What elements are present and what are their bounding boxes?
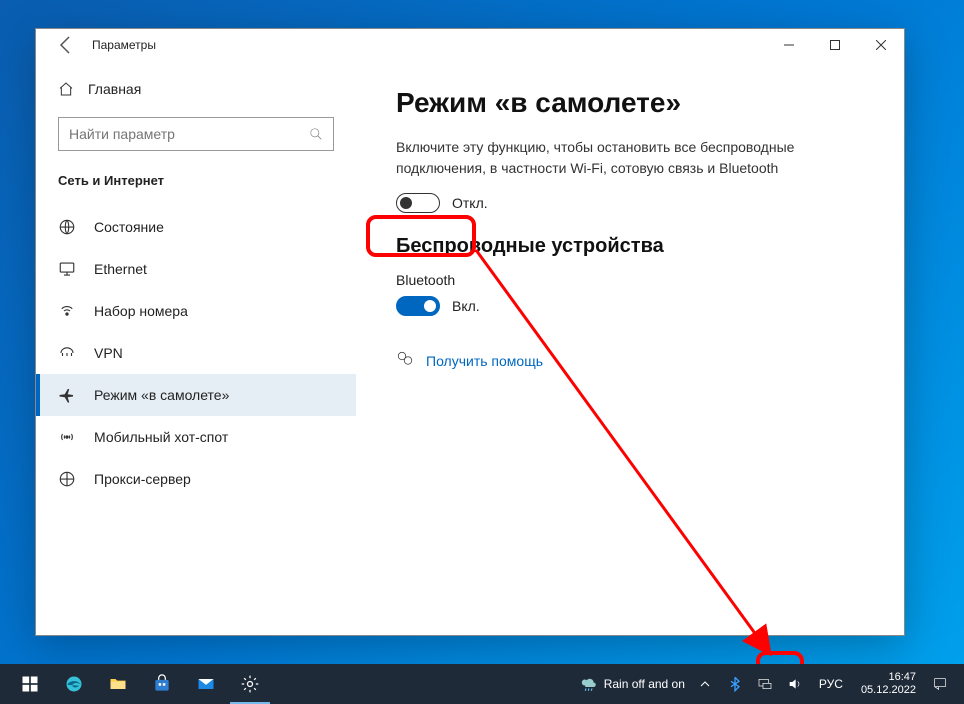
maximize-button[interactable] [812,29,858,61]
nav-item-proxy[interactable]: Прокси-сервер [36,458,356,500]
network-icon [757,676,773,692]
titlebar: Параметры [36,29,904,61]
home-label: Главная [88,81,141,97]
taskbar: Rain off and on РУС 16:47 05.12.2022 [0,664,964,704]
volume-icon [787,676,803,692]
tray-language[interactable]: РУС [813,677,849,691]
notification-icon [932,676,948,692]
vpn-icon [58,344,76,362]
help-link[interactable]: Получить помощь [396,350,864,371]
tray-chevron[interactable] [693,664,717,704]
wireless-heading: Беспроводные устройства [396,235,864,258]
window-body: Главная Сеть и Интернет Состояние Ethern… [36,61,904,635]
nav-label: VPN [94,345,123,361]
maximize-icon [830,40,840,50]
airplane-toggle-label: Откл. [452,195,488,211]
content-pane: Режим «в самолете» Включите эту функцию,… [356,61,904,635]
nav-label: Мобильный хот-спот [94,429,228,445]
bluetooth-toggle-row: Вкл. [396,296,864,316]
proxy-icon [58,470,76,488]
taskbar-explorer[interactable] [96,664,140,704]
window-title: Параметры [92,38,156,52]
nav-item-vpn[interactable]: VPN [36,332,356,374]
sidebar: Главная Сеть и Интернет Состояние Ethern… [36,61,356,635]
folder-icon [108,674,128,694]
nav-item-status[interactable]: Состояние [36,206,356,248]
nav-item-hotspot[interactable]: Мобильный хот-спот [36,416,356,458]
ethernet-icon [58,260,76,278]
nav-label: Ethernet [94,261,147,277]
minimize-button[interactable] [766,29,812,61]
home-nav[interactable]: Главная [36,73,356,105]
nav-item-dialup[interactable]: Набор номера [36,290,356,332]
page-description: Включите эту функцию, чтобы остановить в… [396,137,864,179]
windows-icon [20,674,40,694]
bluetooth-toggle[interactable] [396,296,440,316]
close-button[interactable] [858,29,904,61]
weather-text: Rain off and on [604,677,685,691]
start-button[interactable] [8,664,52,704]
tray-network[interactable] [753,664,777,704]
store-icon [152,674,172,694]
mail-icon [196,674,216,694]
hotspot-icon [58,428,76,446]
toggle-knob [400,197,412,209]
search-box[interactable] [58,117,334,151]
airplane-toggle[interactable] [396,193,440,213]
bluetooth-label: Bluetooth [396,272,864,288]
back-button[interactable] [54,33,78,57]
chevron-up-icon [697,676,713,692]
arrow-left-icon [54,33,78,57]
clock-time: 16:47 [888,671,916,684]
globe-icon [58,218,76,236]
window-controls [766,29,904,61]
tray-action-center[interactable] [928,664,952,704]
section-label: Сеть и Интернет [36,167,356,206]
close-icon [876,40,886,50]
nav-item-ethernet[interactable]: Ethernet [36,248,356,290]
home-icon [58,81,74,97]
bluetooth-toggle-label: Вкл. [452,298,480,314]
tray-volume[interactable] [783,664,807,704]
nav-label: Режим «в самолете» [94,387,229,403]
search-input[interactable] [69,126,309,142]
system-tray: РУС 16:47 05.12.2022 [693,664,956,704]
tray-clock[interactable]: 16:47 05.12.2022 [855,671,922,697]
airplane-toggle-row: Откл. [396,193,864,213]
taskbar-edge[interactable] [52,664,96,704]
nav-label: Прокси-сервер [94,471,191,487]
taskbar-weather[interactable]: Rain off and on [572,675,693,693]
taskbar-store[interactable] [140,664,184,704]
taskbar-settings[interactable] [228,664,272,704]
nav-list: Состояние Ethernet Набор номера VPN Режи… [36,206,356,500]
nav-item-airplane[interactable]: Режим «в самолете» [36,374,356,416]
edge-icon [64,674,84,694]
help-icon [396,350,414,371]
weather-icon [580,675,598,693]
toggle-knob [424,300,436,312]
taskbar-mail[interactable] [184,664,228,704]
airplane-icon [58,386,76,404]
page-title: Режим «в самолете» [396,87,864,119]
nav-label: Набор номера [94,303,188,319]
gear-icon [240,674,260,694]
tray-bluetooth[interactable] [723,664,747,704]
nav-label: Состояние [94,219,164,235]
search-icon [309,127,323,141]
minimize-icon [784,40,794,50]
dialup-icon [58,302,76,320]
settings-window: Параметры Главная Сеть и Интернет Состоя… [35,28,905,636]
help-link-label: Получить помощь [426,353,543,369]
bluetooth-icon [727,676,743,692]
clock-date: 05.12.2022 [861,684,916,697]
